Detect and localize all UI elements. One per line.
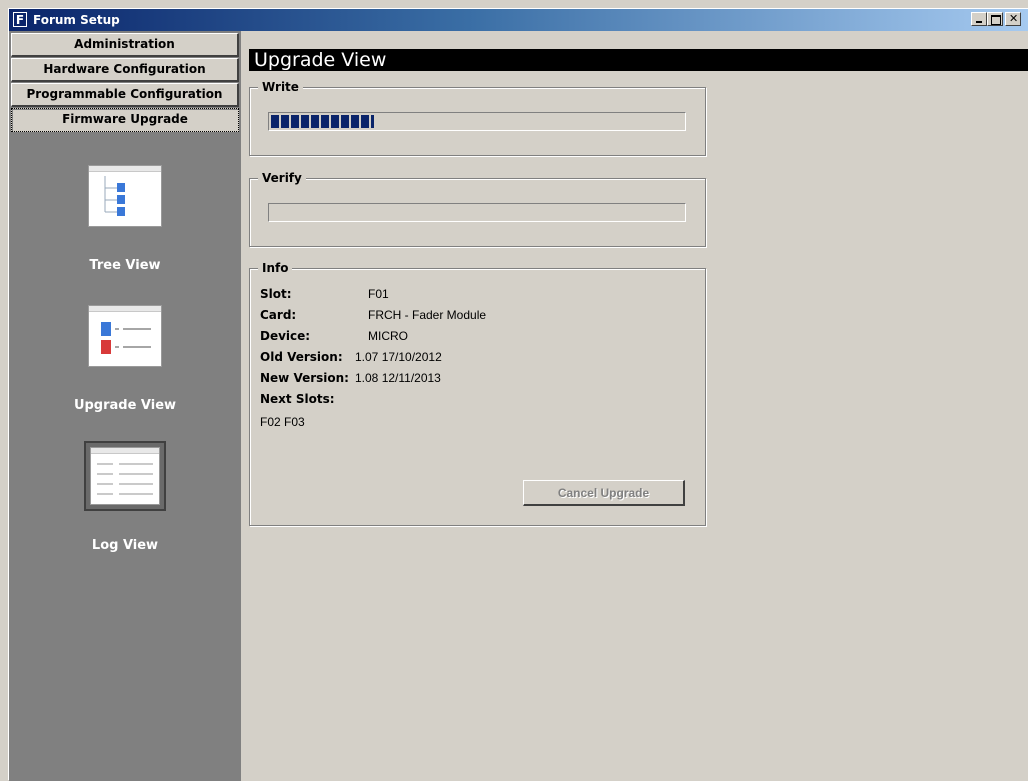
window-title: Forum Setup [33,13,120,27]
new-version-key: New Version: [260,371,349,385]
device-key: Device: [260,329,311,343]
tab-hardware-configuration[interactable]: Hardware Configuration [11,58,239,82]
next-slots-value: F02 F03 [260,415,305,429]
sidebar: Administration Hardware Configuration Pr… [9,31,241,781]
card-key: Card: [260,308,297,322]
tab-programmable-configuration[interactable]: Programmable Configuration [11,83,239,107]
page-title: Upgrade View [249,49,1028,71]
write-progress-fill [271,115,374,128]
old-version-key: Old Version: [260,350,343,364]
upgrade-view-item[interactable]: Upgrade View [29,301,221,421]
minimize-button[interactable] [971,12,987,26]
verify-group-label: Verify [258,171,306,185]
device-value: MICRO [368,329,408,343]
log-view-icon[interactable] [84,441,166,511]
log-view-label: Log View [91,538,159,553]
tree-view-label: Tree View [89,258,161,273]
main-panel: Upgrade View Write Verify Info Slot: F01… [241,31,1028,781]
tab-administration[interactable]: Administration [11,33,239,57]
slot-key: Slot: [260,287,292,301]
slot-value: F01 [368,287,389,301]
verify-progress-bar [268,203,686,222]
upgrade-view-label: Upgrade View [73,398,177,413]
title-bar[interactable]: F Forum Setup [9,9,1028,31]
tab-firmware-upgrade[interactable]: Firmware Upgrade [11,108,239,132]
info-group: Info Slot: F01 Card: FRCH - Fader Module… [249,261,706,526]
maximize-button[interactable] [987,12,1003,26]
write-group: Write [249,80,706,156]
log-view-item[interactable]: Log View [29,441,221,561]
info-group-label: Info [258,261,293,275]
close-button[interactable] [1005,12,1021,26]
new-version-value: 1.08 12/11/2013 [355,371,441,385]
verify-group: Verify [249,171,706,247]
old-version-value: 1.07 17/10/2012 [355,350,442,364]
app-window: F Forum Setup Administration Hardware Co… [8,8,1028,781]
write-progress-bar [268,112,686,131]
card-value: FRCH - Fader Module [368,308,487,322]
tree-view-item[interactable]: Tree View [29,161,221,281]
upgrade-view-icon[interactable] [84,301,166,371]
cancel-upgrade-button[interactable]: Cancel Upgrade [523,480,685,506]
app-icon: F [13,12,27,27]
tree-view-icon[interactable] [84,161,166,231]
write-group-label: Write [258,80,303,94]
next-slots-key: Next Slots: [260,392,335,406]
